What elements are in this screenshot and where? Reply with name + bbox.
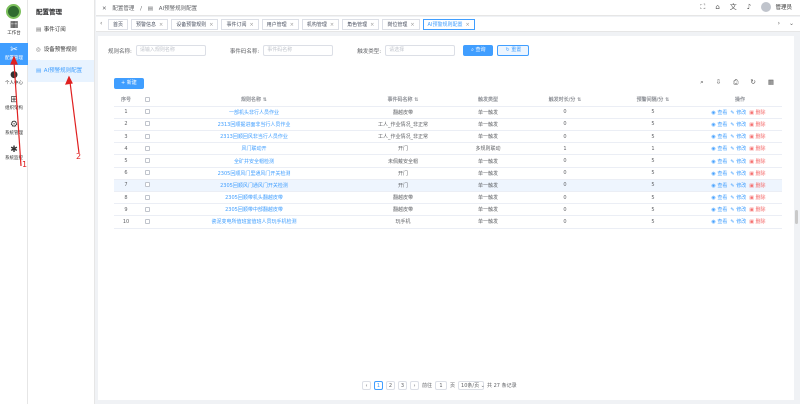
annotation-arrowhead-2: [65, 75, 73, 85]
annotation-overlay: [10, 55, 80, 167]
annotation-arrow-2: [69, 81, 80, 154]
annotation-arrow-1: [13, 61, 22, 167]
annotation-label-2: 2: [76, 152, 82, 161]
annotation-label-1: 1: [22, 160, 28, 169]
annotation-arrowhead-1: [10, 55, 18, 65]
